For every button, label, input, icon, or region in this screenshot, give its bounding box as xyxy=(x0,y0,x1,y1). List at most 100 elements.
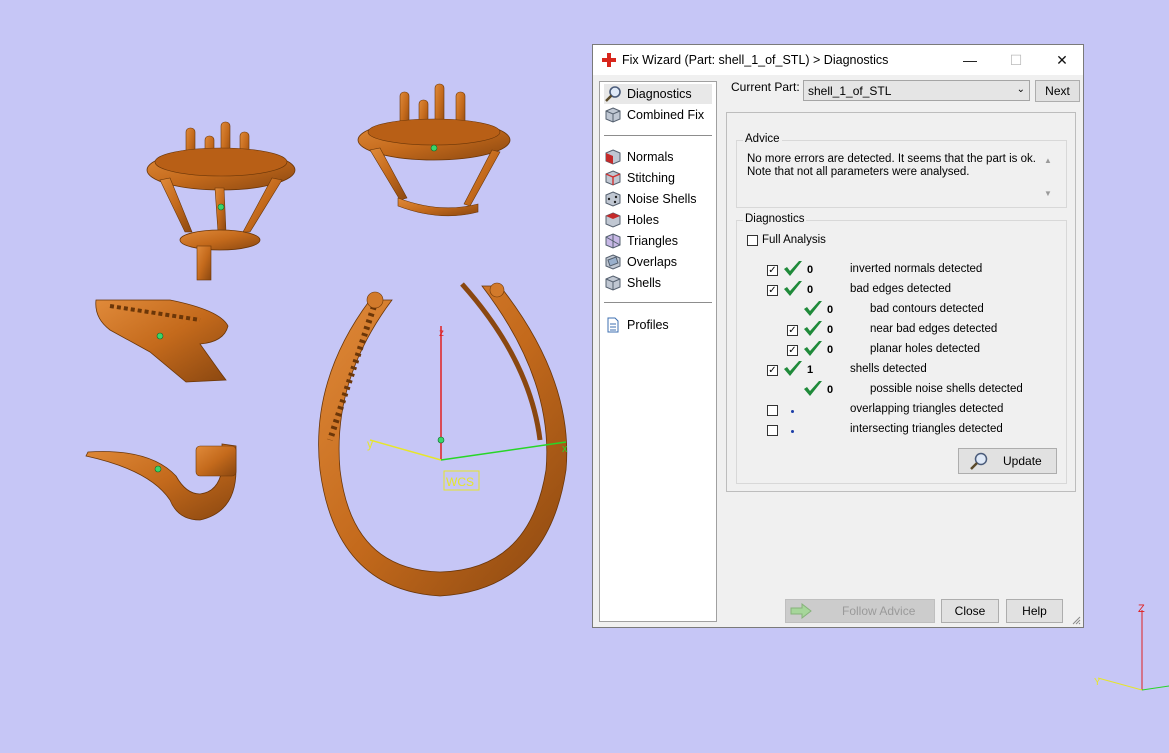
follow-advice-label: Follow Advice xyxy=(842,604,916,618)
diagnostic-count: 1 xyxy=(807,364,814,376)
advice-scrollbar[interactable]: ▲ ▼ xyxy=(1042,155,1054,199)
corner-axis-triad: Z Y xyxy=(1094,603,1169,691)
pending-dot-icon xyxy=(791,410,794,413)
nav-item-holes[interactable]: Holes xyxy=(604,210,659,230)
nav-item-label: Overlaps xyxy=(627,255,678,269)
chevron-down-icon: ⌄ xyxy=(1016,84,1025,95)
arrow-right-icon xyxy=(790,603,812,619)
nav-item-stitching[interactable]: Stitching xyxy=(604,168,675,188)
diagnostics-title: Diagnostics xyxy=(743,213,807,225)
nav-item-label: Shells xyxy=(627,276,662,290)
axis-z-label: z xyxy=(439,328,444,339)
advice-line-1: No more errors are detected. It seems th… xyxy=(747,153,1036,165)
advice-text: No more errors are detected. It seems th… xyxy=(747,153,1037,206)
check-mark-icon xyxy=(784,361,802,376)
follow-advice-button[interactable]: Follow Advice xyxy=(785,599,935,623)
update-button[interactable]: Update xyxy=(958,448,1057,474)
diagnostic-label: planar holes detected xyxy=(870,343,980,355)
model-part-head-right[interactable] xyxy=(357,83,511,217)
nav-item-label: Normals xyxy=(627,150,674,164)
check-mark-icon xyxy=(804,341,822,356)
nav-item-label: Triangles xyxy=(627,234,678,248)
check-mark-icon xyxy=(784,261,802,276)
check-mark-icon xyxy=(804,381,822,396)
advice-title: Advice xyxy=(743,133,782,145)
pending-dot-icon xyxy=(791,430,794,433)
dialog-title: Fix Wizard (Part: shell_1_of_STL) > Diag… xyxy=(622,53,889,67)
stitching-cube-icon xyxy=(605,170,621,186)
axis-x-label: x xyxy=(562,443,568,455)
minimize-button[interactable]: — xyxy=(947,45,993,75)
diagnostic-count: 0 xyxy=(827,344,834,356)
model-part-head-left[interactable] xyxy=(146,121,296,281)
diagnostic-checkbox[interactable]: ✓ xyxy=(787,325,798,336)
nav-item-label: Combined Fix xyxy=(627,108,705,122)
model-part-shank[interactable] xyxy=(95,299,229,383)
check-mark-icon xyxy=(784,281,802,296)
corner-axis-z-label: Z xyxy=(1138,603,1145,615)
diagnostic-count: 0 xyxy=(827,384,834,396)
nav-item-label: Holes xyxy=(627,213,659,227)
full-analysis-checkbox[interactable] xyxy=(747,235,758,246)
shells-cube-icon xyxy=(605,275,621,291)
close-button[interactable]: Close xyxy=(941,599,999,623)
title-bar[interactable]: Fix Wizard (Part: shell_1_of_STL) > Diag… xyxy=(593,45,1083,75)
nav-item-diagnostics[interactable]: Diagnostics xyxy=(604,84,712,104)
wcs-label: WCS xyxy=(446,475,474,489)
diagnostic-checkbox[interactable] xyxy=(767,405,778,416)
diagnostic-label: overlapping triangles detected xyxy=(850,403,1004,415)
diagnostic-count: 0 xyxy=(807,284,814,296)
document-icon xyxy=(607,317,619,333)
red-cross-icon xyxy=(602,53,616,67)
diagnostic-count: 0 xyxy=(827,324,834,336)
diagnostic-checkbox[interactable]: ✓ xyxy=(767,365,778,376)
wizard-nav: Diagnostics Combined Fix Normals Stitchi… xyxy=(599,81,717,622)
current-part-value: shell_1_of_STL xyxy=(808,84,892,98)
maximize-button[interactable]: ☐ xyxy=(993,45,1039,75)
check-mark-icon xyxy=(804,301,822,316)
diagnostic-checkbox[interactable] xyxy=(767,425,778,436)
diagnostics-panel: Advice No more errors are detected. It s… xyxy=(726,112,1076,492)
axis-y-label: y xyxy=(367,437,373,451)
nav-item-label: Diagnostics xyxy=(627,87,692,101)
overlaps-cube-icon xyxy=(605,254,621,270)
diagnostic-checkbox[interactable]: ✓ xyxy=(787,345,798,356)
nav-item-shells[interactable]: Shells xyxy=(604,273,661,293)
diagnostic-count: 0 xyxy=(807,264,814,276)
current-part-select[interactable]: shell_1_of_STL ⌄ xyxy=(803,80,1030,101)
help-button[interactable]: Help xyxy=(1006,599,1063,623)
noise-shells-icon xyxy=(605,191,621,207)
diagnostic-label: possible noise shells detected xyxy=(870,383,1023,395)
diagnostic-label: near bad edges detected xyxy=(870,323,998,335)
corner-axis-y-label: Y xyxy=(1094,677,1101,688)
nav-divider xyxy=(604,302,712,303)
check-mark-icon xyxy=(804,321,822,336)
nav-item-label: Noise Shells xyxy=(627,192,697,206)
diagnostic-label: bad contours detected xyxy=(870,303,984,315)
diagnostic-count: 0 xyxy=(827,304,834,316)
next-button[interactable]: Next xyxy=(1035,80,1080,102)
diagnostic-checkbox[interactable]: ✓ xyxy=(767,285,778,296)
nav-item-noise-shells[interactable]: Noise Shells xyxy=(604,189,696,209)
full-analysis-label: Full Analysis xyxy=(762,234,826,246)
model-part-hook[interactable] xyxy=(85,443,237,521)
triangles-cube-icon xyxy=(605,233,621,249)
nav-item-label: Profiles xyxy=(627,318,669,332)
nav-item-overlaps[interactable]: Overlaps xyxy=(604,252,677,272)
resize-grip-icon[interactable] xyxy=(1071,615,1081,625)
current-part-label: Current Part: xyxy=(731,80,800,94)
nav-item-combined-fix[interactable]: Combined Fix xyxy=(604,105,704,125)
cube-icon xyxy=(605,107,621,123)
nav-item-triangles[interactable]: Triangles xyxy=(604,231,678,251)
nav-item-normals[interactable]: Normals xyxy=(604,147,674,167)
nav-item-profiles[interactable]: Profiles xyxy=(604,315,669,335)
close-window-button[interactable]: ✕ xyxy=(1039,45,1085,75)
magnifier-icon xyxy=(605,86,621,102)
diagnostic-label: bad edges detected xyxy=(850,283,952,295)
diagnostic-label: intersecting triangles detected xyxy=(850,423,1003,435)
advice-line-2: Note that not all parameters were analys… xyxy=(747,166,970,178)
diagnostic-label: shells detected xyxy=(850,363,927,375)
diagnostic-label: inverted normals detected xyxy=(850,263,983,275)
diagnostic-checkbox[interactable]: ✓ xyxy=(767,265,778,276)
magnifier-icon xyxy=(970,452,988,470)
